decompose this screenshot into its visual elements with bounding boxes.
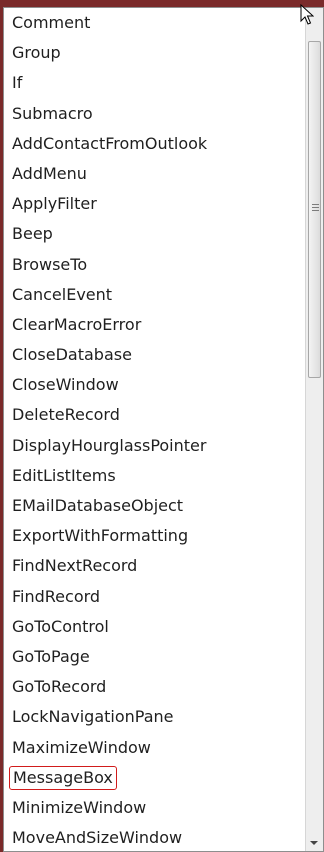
grip-line: [312, 207, 319, 208]
list-item-label: ClearMacroError: [12, 314, 142, 334]
list-item[interactable]: MoveAndSizeWindow: [4, 823, 305, 851]
list-item[interactable]: MaximizeWindow: [4, 733, 305, 763]
window-frame: Comment Group If Submacro AddContactFrom…: [0, 0, 324, 852]
list-item-label: GoToPage: [12, 646, 90, 666]
list-item-label: DeleteRecord: [12, 405, 120, 425]
list-item-label: CloseWindow: [12, 375, 119, 395]
list-item[interactable]: GoToPage: [4, 642, 305, 672]
list-item[interactable]: CancelEvent: [4, 280, 305, 310]
list-item[interactable]: EMailDatabaseObject: [4, 491, 305, 521]
list-item[interactable]: Beep: [4, 219, 305, 249]
list-item-label: Group: [12, 43, 61, 63]
list-item[interactable]: If: [4, 68, 305, 98]
list-item-label: Beep: [12, 224, 53, 244]
list-item-label: EditListItems: [12, 465, 116, 485]
list-item-label: DisplayHourglassPointer: [12, 435, 207, 455]
grip-line: [312, 204, 319, 205]
chevron-down-icon[interactable]: [310, 841, 318, 845]
list-item-label: AddContactFromOutlook: [12, 133, 208, 153]
list-item-label: LockNavigationPane: [12, 707, 174, 727]
list-item[interactable]: MinimizeWindow: [4, 793, 305, 823]
list-item[interactable]: AddContactFromOutlook: [4, 129, 305, 159]
list-item-label: ExportWithFormatting: [12, 526, 189, 546]
list-item-label: Comment: [12, 13, 91, 32]
list-item[interactable]: FindNextRecord: [4, 551, 305, 581]
list-item[interactable]: Group: [4, 38, 305, 68]
mouse-pointer-icon: [300, 4, 314, 25]
list-item[interactable]: CloseWindow: [4, 370, 305, 400]
list-item[interactable]: BrowseTo: [4, 250, 305, 280]
action-items: Comment Group If Submacro AddContactFrom…: [4, 8, 305, 851]
list-item-label: EMailDatabaseObject: [12, 496, 184, 515]
scrollbar-thumb[interactable]: [308, 41, 321, 378]
list-item[interactable]: LockNavigationPane: [4, 702, 305, 732]
list-item-label: If: [12, 73, 23, 93]
list-item-label: ApplyFilter: [12, 194, 97, 214]
list-item-label: AddMenu: [12, 163, 87, 183]
list-item-label: MessageBox: [9, 765, 117, 790]
list-item[interactable]: FindRecord: [4, 582, 305, 612]
macro-action-list[interactable]: Comment Group If Submacro AddContactFrom…: [3, 7, 324, 852]
list-item[interactable]: CloseDatabase: [4, 340, 305, 370]
vertical-scrollbar[interactable]: [305, 8, 323, 851]
list-item[interactable]: GoToRecord: [4, 672, 305, 702]
list-item[interactable]: EditListItems: [4, 461, 305, 491]
list-item[interactable]: Comment: [4, 8, 305, 38]
list-item-label: GoToControl: [12, 616, 109, 636]
list-item[interactable]: ApplyFilter: [4, 189, 305, 219]
list-item-label: FindRecord: [12, 586, 101, 606]
list-item-label: CancelEvent: [12, 284, 113, 304]
list-item[interactable]: Submacro: [4, 99, 305, 129]
list-item[interactable]: GoToControl: [4, 612, 305, 642]
list-item-label: Submacro: [12, 103, 93, 123]
list-item-messagebox[interactable]: MessageBox: [4, 763, 305, 793]
list-item[interactable]: DisplayHourglassPointer: [4, 431, 305, 461]
list-item[interactable]: DeleteRecord: [4, 400, 305, 430]
list-item[interactable]: AddMenu: [4, 159, 305, 189]
list-item-label: MoveAndSizeWindow: [12, 828, 183, 848]
list-item-label: FindNextRecord: [12, 556, 138, 576]
list-item[interactable]: ClearMacroError: [4, 310, 305, 340]
list-item-label: BrowseTo: [12, 254, 88, 274]
list-item-label: MaximizeWindow: [12, 737, 151, 757]
grip-line: [312, 210, 319, 211]
list-item[interactable]: ExportWithFormatting: [4, 521, 305, 551]
list-item-label: MinimizeWindow: [12, 797, 147, 817]
list-item-label: CloseDatabase: [12, 345, 132, 365]
list-item-label: GoToRecord: [12, 677, 107, 697]
